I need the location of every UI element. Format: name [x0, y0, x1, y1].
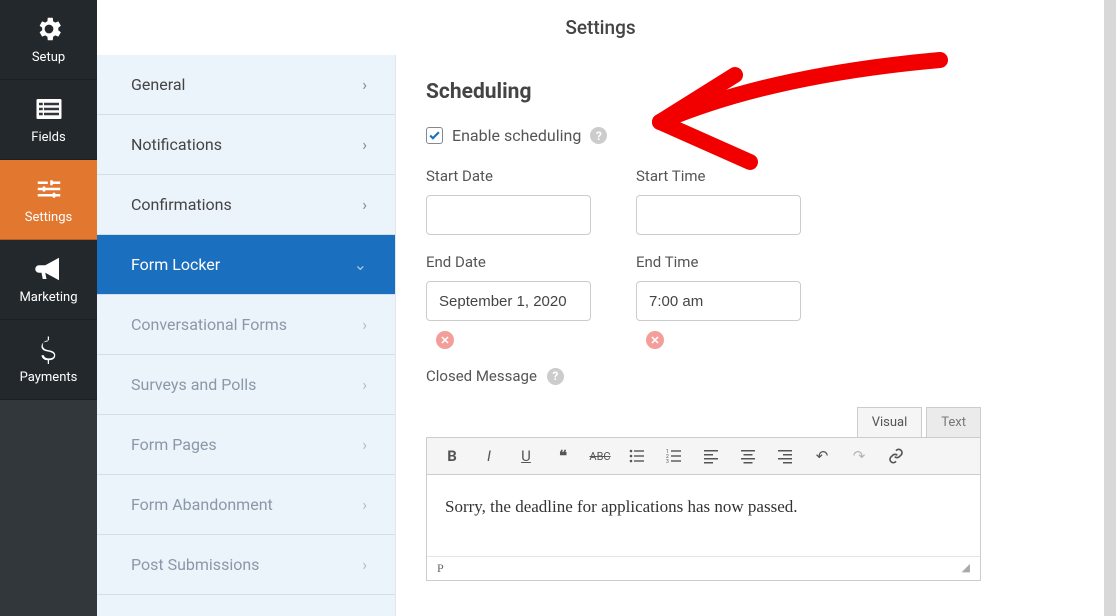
italic-button[interactable]: I: [479, 446, 499, 466]
chevron-right-icon: ›: [362, 495, 367, 514]
end-date-input[interactable]: [426, 281, 591, 321]
undo-button[interactable]: ↶: [812, 446, 832, 466]
sub-general[interactable]: General›: [97, 55, 395, 115]
chevron-right-icon: ›: [362, 315, 367, 334]
help-icon[interactable]: ?: [547, 368, 564, 385]
left-nav: Setup Fields Settings Marketing Payments: [0, 0, 97, 616]
quote-button[interactable]: ❝: [553, 446, 573, 466]
start-date-label: Start Date: [426, 167, 606, 185]
editor-body[interactable]: Sorry, the deadline for applications has…: [426, 475, 981, 581]
dollar-icon: [34, 334, 64, 364]
nav-payments[interactable]: Payments: [0, 320, 97, 400]
nav-setup[interactable]: Setup: [0, 0, 97, 80]
sub-form-locker[interactable]: Form Locker⌄: [97, 235, 395, 295]
align-center-button[interactable]: [738, 446, 758, 466]
chevron-right-icon: ›: [362, 135, 367, 154]
resize-grip-icon[interactable]: ◢: [962, 561, 970, 576]
nav-marketing-label: Marketing: [19, 290, 77, 305]
strike-button[interactable]: ABC: [590, 446, 610, 466]
nav-settings-label: Settings: [25, 210, 72, 225]
enable-scheduling-checkbox[interactable]: [426, 127, 443, 144]
sub-convo-forms[interactable]: Conversational Forms›: [97, 295, 395, 355]
clear-end-time-button[interactable]: ✕: [646, 331, 664, 349]
content-pane: Scheduling Enable scheduling ? Start Dat…: [395, 0, 1104, 616]
editor-toolbar: B I U ❝ ABC 123 ↶ ↷: [426, 437, 981, 475]
ol-button[interactable]: 123: [664, 446, 684, 466]
nav-marketing[interactable]: Marketing: [0, 240, 97, 320]
help-icon[interactable]: ?: [590, 127, 607, 144]
chevron-right-icon: ›: [362, 75, 367, 94]
start-time-label: Start Time: [636, 167, 816, 185]
nav-settings[interactable]: Settings: [0, 160, 97, 240]
enable-scheduling-label: Enable scheduling: [452, 126, 581, 145]
megaphone-icon: [34, 254, 64, 284]
end-time-input[interactable]: [636, 281, 801, 321]
nav-fields-label: Fields: [31, 130, 65, 145]
align-right-button[interactable]: [775, 446, 795, 466]
ul-button[interactable]: [627, 446, 647, 466]
redo-button[interactable]: ↷: [849, 446, 869, 466]
start-time-input[interactable]: [636, 195, 801, 235]
editor-content: Sorry, the deadline for applications has…: [445, 497, 798, 516]
closed-message-editor: Visual Text B I U ❝ ABC 123 ↶ ↷ Sorry, t…: [426, 407, 981, 581]
editor-tab-visual[interactable]: Visual: [857, 407, 923, 437]
sub-post-sub[interactable]: Post Submissions›: [97, 535, 395, 595]
list-icon: [34, 94, 64, 124]
nav-setup-label: Setup: [32, 50, 65, 65]
nav-payments-label: Payments: [20, 370, 78, 385]
svg-text:3: 3: [666, 459, 669, 464]
settings-subnav: General› Notifications› Confirmations› F…: [97, 0, 395, 616]
chevron-right-icon: ›: [362, 375, 367, 394]
chevron-right-icon: ›: [362, 195, 367, 214]
sliders-icon: [34, 174, 64, 204]
chevron-right-icon: ›: [362, 555, 367, 574]
nav-fields[interactable]: Fields: [0, 80, 97, 160]
enable-scheduling-row: Enable scheduling ?: [426, 126, 1104, 145]
end-time-label: End Time: [636, 253, 816, 271]
align-left-button[interactable]: [701, 446, 721, 466]
scrollbar[interactable]: [1104, 0, 1116, 616]
editor-status-path: P: [437, 561, 444, 576]
start-date-input[interactable]: [426, 195, 591, 235]
bold-button[interactable]: B: [442, 446, 462, 466]
link-button[interactable]: [886, 446, 906, 466]
page-title-bar: Settings: [97, 0, 1104, 55]
sub-confirmations[interactable]: Confirmations›: [97, 175, 395, 235]
closed-message-label: Closed Message: [426, 367, 537, 385]
page-title: Settings: [565, 16, 635, 39]
chevron-right-icon: ›: [362, 435, 367, 454]
sub-form-pages[interactable]: Form Pages›: [97, 415, 395, 475]
editor-tab-text[interactable]: Text: [926, 407, 981, 437]
chevron-down-icon: ⌄: [354, 255, 367, 274]
gear-icon: [34, 14, 64, 44]
underline-button[interactable]: U: [516, 446, 536, 466]
end-date-label: End Date: [426, 253, 606, 271]
sub-surveys[interactable]: Surveys and Polls›: [97, 355, 395, 415]
check-icon: [428, 129, 441, 142]
scheduling-heading: Scheduling: [426, 80, 1104, 104]
sub-abandon[interactable]: Form Abandonment›: [97, 475, 395, 535]
sub-notifications[interactable]: Notifications›: [97, 115, 395, 175]
clear-end-date-button[interactable]: ✕: [436, 331, 454, 349]
